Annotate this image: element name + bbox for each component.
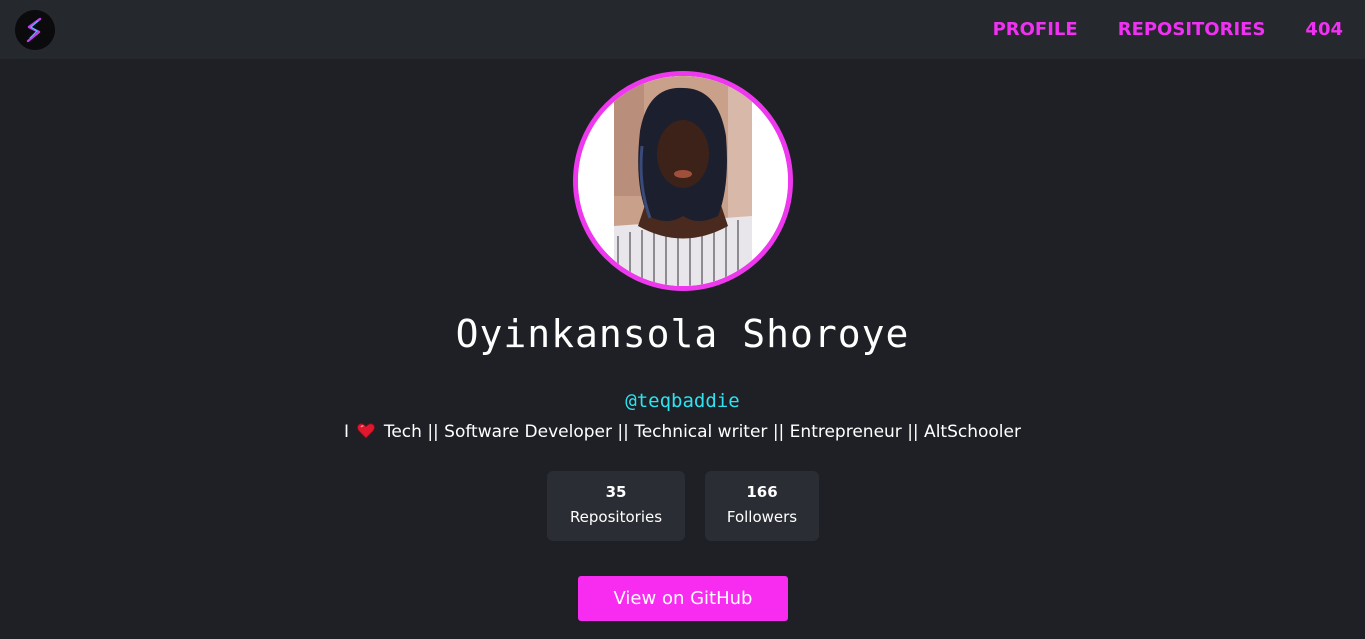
stat-card-repositories: 35 Repositories <box>547 471 685 541</box>
profile-handle-link[interactable]: @teqbaddie <box>0 390 1365 412</box>
bio-text-end: Tech || Software Developer || Technical … <box>383 422 1021 442</box>
logo-icon[interactable] <box>15 10 55 50</box>
stat-label-repositories: Repositories <box>569 508 663 526</box>
view-on-github-button[interactable]: View on GitHub <box>578 576 788 621</box>
nav-link-404[interactable]: 404 <box>1305 19 1343 40</box>
nav-link-profile[interactable]: PROFILE <box>993 19 1078 40</box>
bio-text-start: I <box>344 422 350 442</box>
stat-value-followers: 166 <box>746 483 778 501</box>
navbar: PROFILE REPOSITORIES 404 <box>0 0 1365 59</box>
stat-value-repositories: 35 <box>605 483 627 501</box>
nav-link-repositories[interactable]: REPOSITORIES <box>1118 19 1266 40</box>
profile-bio: I Tech || Software Developer || Technica… <box>0 422 1365 444</box>
avatar <box>573 71 793 291</box>
profile-name: Oyinkansola Shoroye <box>455 312 910 356</box>
stats: 35 Repositories 166 Followers <box>547 471 819 541</box>
stat-card-followers: 166 Followers <box>705 471 819 541</box>
nav-links: PROFILE REPOSITORIES 404 <box>993 0 1343 59</box>
profile-photo <box>578 76 788 286</box>
stat-label-followers: Followers <box>726 508 798 526</box>
heart-icon <box>357 423 376 444</box>
